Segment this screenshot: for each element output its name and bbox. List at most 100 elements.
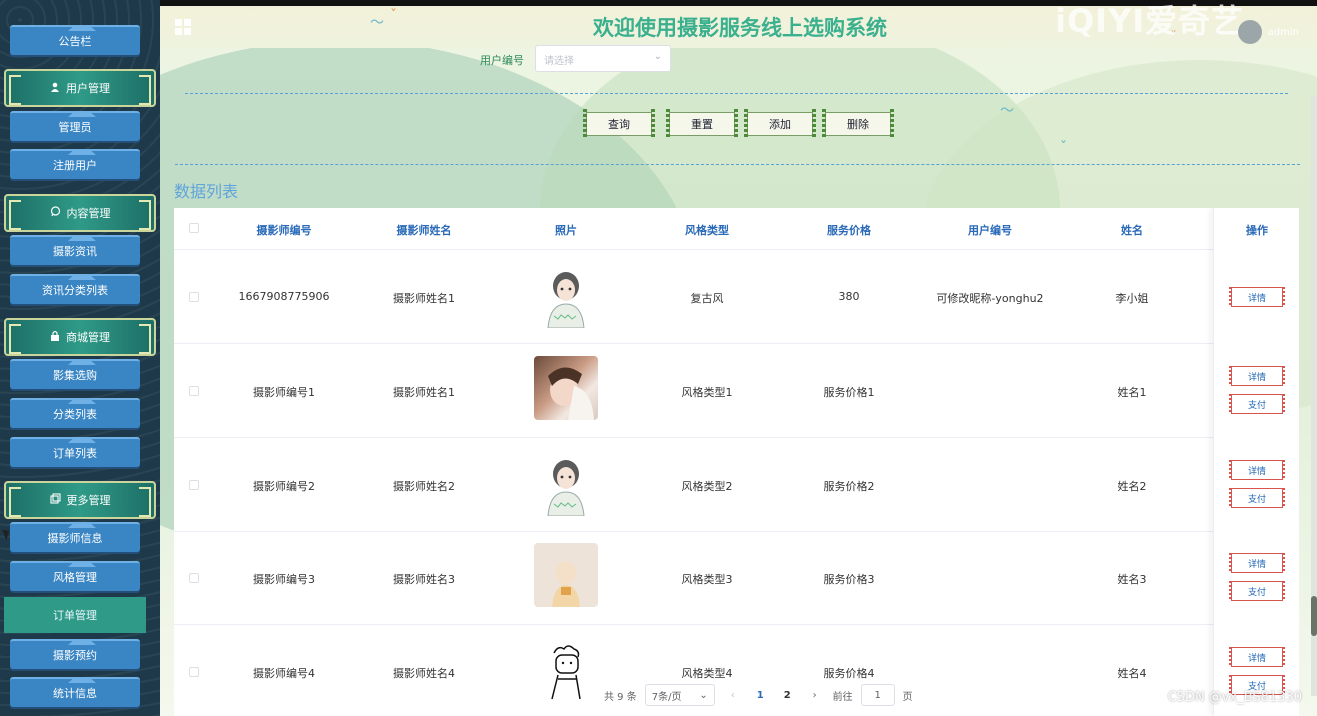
cell-price: 服务价格2 xyxy=(823,480,875,493)
search-button[interactable]: 查询 xyxy=(583,109,655,139)
sidebar-group-shop-management[interactable]: 商城管理 xyxy=(4,318,156,356)
sidebar-item-news-categories[interactable]: 资讯分类列表 xyxy=(10,274,140,304)
photo-cartoon-girl[interactable] xyxy=(534,264,598,329)
pay-button[interactable]: 支付 xyxy=(1229,581,1285,601)
row-checkbox[interactable] xyxy=(189,573,199,583)
sidebar-group-content-management[interactable]: 内容管理 xyxy=(4,194,156,232)
cell-name: 姓名4 xyxy=(1117,667,1147,680)
detail-button[interactable]: 详情 xyxy=(1229,366,1285,386)
row-checkbox[interactable] xyxy=(189,667,199,677)
grid-cell xyxy=(184,19,191,26)
cell-style: 风格类型4 xyxy=(681,667,733,680)
column-header: 风格类型 xyxy=(685,224,729,237)
row-checkbox[interactable] xyxy=(189,292,199,302)
scrollbar-thumb[interactable] xyxy=(1311,596,1317,636)
sidebar-item-admins[interactable]: 管理员 xyxy=(10,111,140,141)
user-no-filter-label: 用户编号 xyxy=(480,54,524,67)
column-header: 摄影师编号 xyxy=(256,224,312,237)
chat-icon xyxy=(50,206,61,220)
column-header: 摄影师姓名 xyxy=(396,224,452,237)
page-number[interactable]: 2 xyxy=(778,690,797,701)
page-size-select[interactable]: 7条/页 ⌄ xyxy=(644,684,715,706)
cell-photographer-no: 1667908775906 xyxy=(238,290,330,303)
page-number[interactable]: 1 xyxy=(751,690,770,701)
chevron-down-icon: ⌄ xyxy=(653,51,662,62)
add-button[interactable]: 添加 xyxy=(744,109,816,139)
sidebar-item-statistics[interactable]: 统计信息 xyxy=(10,677,140,707)
detail-button[interactable]: 详情 xyxy=(1229,460,1285,480)
cell-name: 姓名1 xyxy=(1117,386,1147,399)
cell-style: 复古风 xyxy=(690,292,724,305)
delete-button[interactable]: 删除 xyxy=(822,109,894,139)
table-row: 摄影师编号1 摄影师姓名1 风格类型1 服务价格1 姓名1 xyxy=(174,344,1299,438)
photo-soft-photo[interactable] xyxy=(534,543,598,607)
avatar xyxy=(1237,20,1262,44)
cell-price: 服务价格1 xyxy=(823,386,875,399)
pay-button[interactable]: 支付 xyxy=(1229,488,1285,508)
sidebar-group-more-management[interactable]: 更多管理 xyxy=(4,481,156,519)
user-no-select[interactable]: 请选择 ⌄ xyxy=(535,45,671,72)
column-header: 用户编号 xyxy=(968,224,1012,237)
goto-page-input[interactable]: 1 xyxy=(860,684,895,706)
sidebar-item-style-management[interactable]: 风格管理 xyxy=(10,561,140,591)
csdn-watermark: CSDN @vx_BS81330 xyxy=(1167,690,1302,705)
next-page-icon[interactable]: › xyxy=(805,690,825,701)
cell-style: 风格类型1 xyxy=(681,386,733,399)
chevron-down-icon: ⌄ xyxy=(699,689,708,701)
column-header: 服务价格 xyxy=(827,224,871,237)
sidebar-item-category-list[interactable]: 分类列表 xyxy=(10,398,140,428)
select-all-checkbox[interactable] xyxy=(189,223,199,233)
photo-sketch-figure[interactable] xyxy=(534,639,598,703)
cell-name: 姓名3 xyxy=(1117,573,1147,586)
cell-photographer-name: 摄影师姓名1 xyxy=(393,386,455,399)
lock-icon xyxy=(50,330,60,344)
row-checkbox[interactable] xyxy=(189,386,199,396)
pagination: 共 9 条 7条/页 ⌄ ‹ 1 2 › 前往 1 页 xyxy=(604,683,913,707)
divider xyxy=(175,164,1300,165)
sidebar-item-album-purchase[interactable]: 影集选购 xyxy=(10,359,140,389)
sidebar-item-order-list[interactable]: 订单列表 xyxy=(10,437,140,467)
detail-button[interactable]: 详情 xyxy=(1229,647,1285,667)
detail-button[interactable]: 详情 xyxy=(1229,553,1285,573)
page-suffix: 页 xyxy=(902,691,913,703)
cell-price: 380 xyxy=(838,290,860,303)
bird-decoration-icon: 〜 xyxy=(1000,103,1014,119)
sidebar: 公告栏 用户管理 管理员 注册用户 内容管理 摄影资讯 资讯分类列表 商城管理 … xyxy=(0,0,160,716)
cell-photographer-no: 摄影师编号4 xyxy=(253,667,315,680)
pay-button[interactable]: 支付 xyxy=(1229,394,1285,414)
row-checkbox[interactable] xyxy=(189,480,199,490)
grid-cell xyxy=(184,28,191,35)
photo-cartoon-girl[interactable] xyxy=(534,452,598,517)
username: admin xyxy=(1267,26,1299,38)
photo-portrait-girl[interactable] xyxy=(534,356,598,420)
menu-grid-icon[interactable] xyxy=(175,19,191,35)
scrollbar[interactable] xyxy=(1311,96,1317,696)
cell-name: 姓名2 xyxy=(1117,480,1147,493)
sidebar-item-photo-booking[interactable]: 摄影预约 xyxy=(10,639,140,669)
sidebar-item-photographer-info[interactable]: 摄影师信息 xyxy=(10,522,140,552)
prev-page-icon[interactable]: ‹ xyxy=(723,690,743,701)
grid-cell xyxy=(175,19,182,26)
divider xyxy=(185,93,1288,94)
cell-photographer-name: 摄影师姓名2 xyxy=(393,480,455,493)
operations-column: 操作 详情 详情 支付 详情 支付 详情 支付 详情 支付 xyxy=(1213,208,1299,716)
cell-style: 风格类型2 xyxy=(681,480,733,493)
copy-icon xyxy=(49,493,61,507)
page-title: 欢迎使用摄影服务线上选购系统 xyxy=(593,16,887,40)
section-title: 数据列表 xyxy=(174,182,239,201)
detail-button[interactable]: 详情 xyxy=(1229,287,1285,307)
cell-name: 李小姐 xyxy=(1115,292,1149,305)
column-header: 姓名 xyxy=(1121,224,1143,237)
cell-photographer-no: 摄影师编号1 xyxy=(253,386,315,399)
column-header: 照片 xyxy=(555,224,577,237)
sidebar-item-registered-users[interactable]: 注册用户 xyxy=(10,149,140,179)
reset-button[interactable]: 重置 xyxy=(666,109,738,139)
cell-price: 服务价格3 xyxy=(823,573,875,586)
sidebar-item-photo-news[interactable]: 摄影资讯 xyxy=(10,235,140,265)
sidebar-item-order-management[interactable]: 订单管理 xyxy=(4,597,146,633)
goto-label: 前往 xyxy=(832,691,853,703)
total-count: 共 9 条 xyxy=(604,691,637,703)
sidebar-item-announcements[interactable]: 公告栏 xyxy=(10,25,140,55)
sidebar-group-user-management[interactable]: 用户管理 xyxy=(4,69,156,107)
user-menu[interactable]: admin xyxy=(1237,20,1299,44)
